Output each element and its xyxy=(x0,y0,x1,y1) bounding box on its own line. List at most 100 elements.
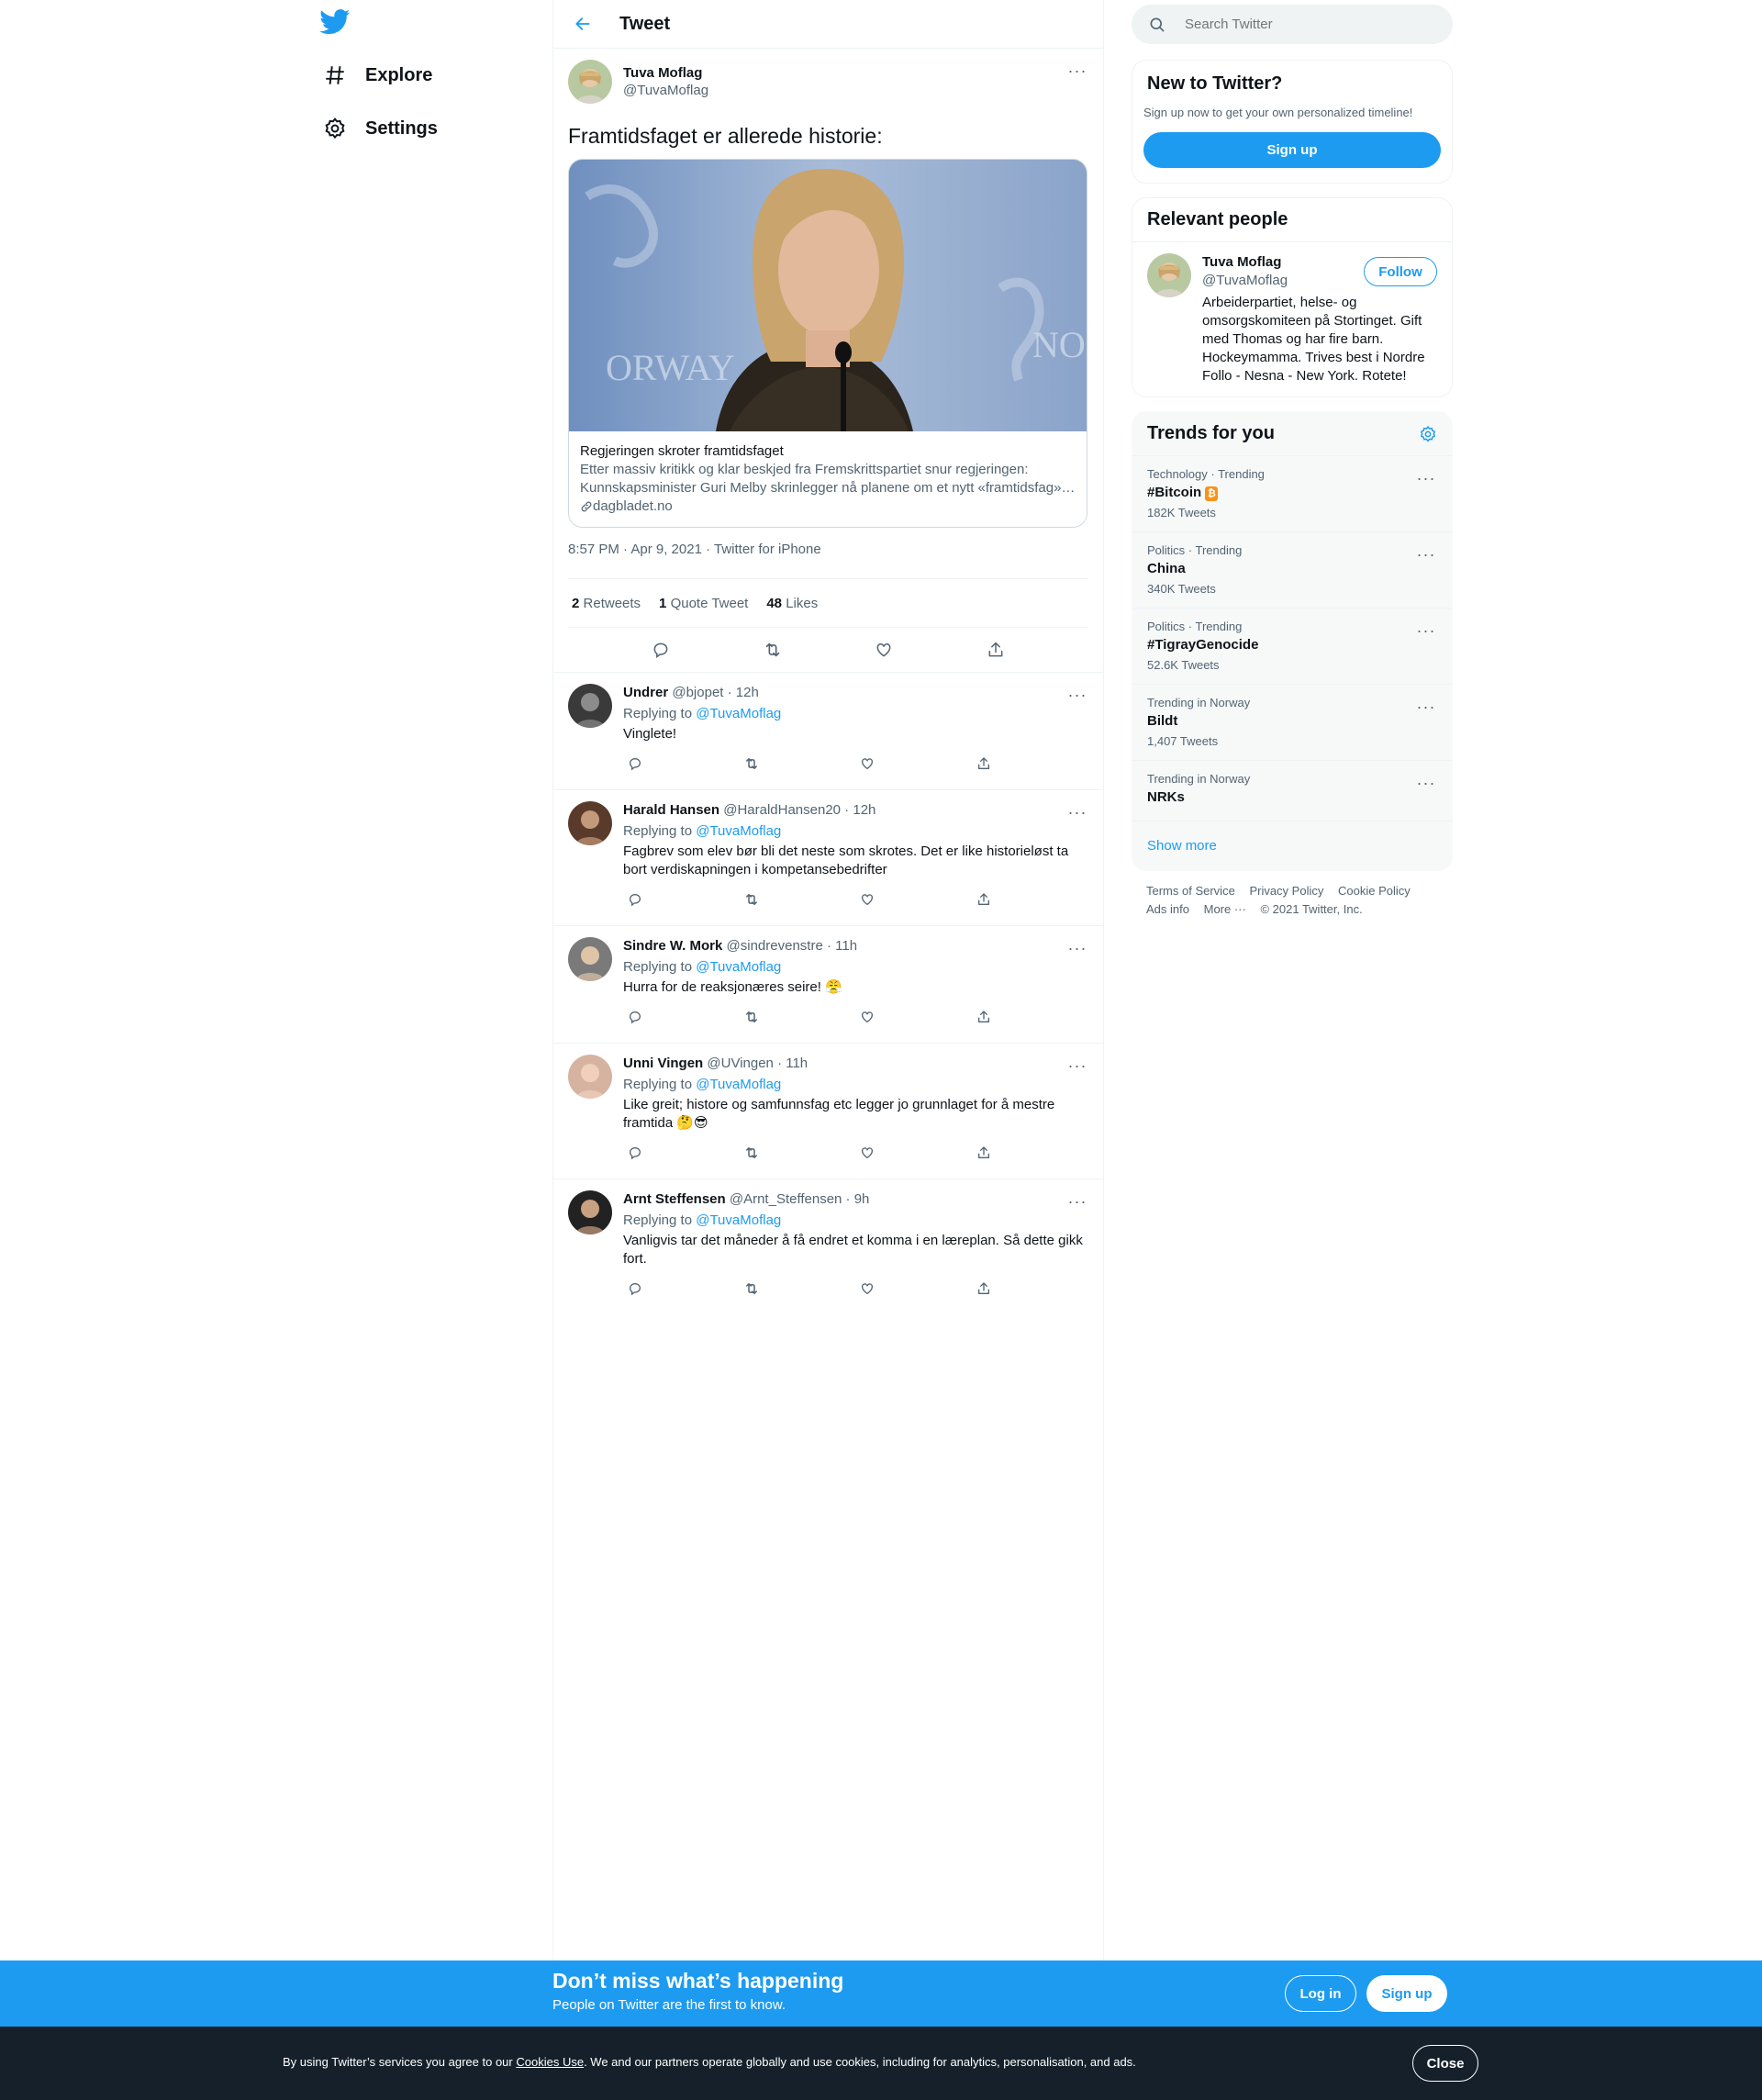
share-icon[interactable] xyxy=(972,884,996,915)
reply-tweet[interactable]: Harald Hansen @HaraldHansen20 · 12h Repl… xyxy=(553,789,1103,925)
footer-link[interactable]: Privacy Policy xyxy=(1249,884,1323,898)
reply-author-name[interactable]: Unni Vingen xyxy=(623,1056,703,1071)
search-input[interactable] xyxy=(1185,17,1423,32)
more-options-icon[interactable]: ··· xyxy=(1415,467,1437,489)
footer-link[interactable]: Cookie Policy xyxy=(1338,884,1411,898)
heart-icon[interactable] xyxy=(856,1273,880,1304)
heart-icon[interactable] xyxy=(868,634,899,665)
more-options-icon[interactable]: ··· xyxy=(1066,937,1088,959)
reply-author-handle[interactable]: @HaraldHansen20 · 12h xyxy=(723,802,875,818)
replying-to-link[interactable]: @TuvaMoflag xyxy=(696,1212,781,1228)
heart-icon[interactable] xyxy=(856,884,880,915)
trend-item[interactable]: Politics · Trending China 340K Tweets ··… xyxy=(1132,532,1452,609)
retweet-icon[interactable] xyxy=(740,1137,764,1168)
reply-icon[interactable] xyxy=(623,884,647,915)
reply-icon[interactable] xyxy=(623,748,647,779)
likes-count: 48 xyxy=(766,595,783,611)
share-icon[interactable] xyxy=(972,1137,996,1168)
reply-author-handle[interactable]: @bjopet · 12h xyxy=(672,685,758,700)
trend-item[interactable]: Politics · Trending #TigrayGenocide 52.6… xyxy=(1132,609,1452,685)
more-options-icon[interactable]: ··· xyxy=(1066,801,1088,823)
quotes-stat[interactable]: 1 Quote Tweet xyxy=(659,596,748,611)
cookie-suffix: . We and our partners operate globally a… xyxy=(584,2055,1136,2069)
card-description: Etter massiv kritikk og klar beskjed fra… xyxy=(580,462,1076,496)
avatar[interactable] xyxy=(568,684,612,728)
retweets-stat[interactable]: 2 Retweets xyxy=(572,596,641,611)
avatar[interactable] xyxy=(568,1190,612,1234)
trend-item[interactable]: Technology · Trending #Bitcoin ₿ 182K Tw… xyxy=(1132,456,1452,532)
avatar[interactable] xyxy=(568,937,612,981)
reply-tweet[interactable]: Sindre W. Mork @sindrevenstre · 11h Repl… xyxy=(553,925,1103,1043)
follow-button[interactable]: Follow xyxy=(1364,257,1437,286)
more-options-icon[interactable]: ··· xyxy=(1066,60,1088,82)
banner-signup-button[interactable]: Sign up xyxy=(1366,1975,1447,2012)
more-options-icon[interactable]: ··· xyxy=(1066,684,1088,706)
trends-title: Trends for you xyxy=(1147,423,1275,443)
retweet-icon[interactable] xyxy=(740,884,764,915)
back-button[interactable] xyxy=(564,6,601,42)
search-bar[interactable] xyxy=(1132,5,1453,44)
show-more-link[interactable]: Show more xyxy=(1132,821,1452,870)
link-card[interactable]: ORWAY NO Regjeringen skroter framtidsfag… xyxy=(568,159,1087,528)
replying-to-link[interactable]: @TuvaMoflag xyxy=(696,959,781,975)
avatar[interactable] xyxy=(1147,253,1191,297)
more-options-icon[interactable]: ··· xyxy=(1415,772,1437,794)
likes-stat[interactable]: 48 Likes xyxy=(766,596,818,611)
reply-author-name[interactable]: Arnt Steffensen xyxy=(623,1191,726,1207)
reply-author-name[interactable]: Undrer xyxy=(623,685,668,700)
more-options-icon[interactable]: ··· xyxy=(1066,1055,1088,1077)
tweet-timestamp[interactable]: 8:57 PM · Apr 9, 2021 · Twitter for iPho… xyxy=(568,542,1088,564)
reply-tweet[interactable]: Undrer @bjopet · 12h Replying to @TuvaMo… xyxy=(553,672,1103,789)
more-options-icon[interactable]: ··· xyxy=(1415,696,1437,718)
cookie-close-button[interactable]: Close xyxy=(1412,2045,1478,2082)
reply-tweet[interactable]: Unni Vingen @UVingen · 11h Replying to @… xyxy=(553,1043,1103,1178)
heart-icon[interactable] xyxy=(856,748,880,779)
sidebar-signup-button[interactable]: Sign up xyxy=(1143,132,1441,168)
retweet-icon[interactable] xyxy=(740,1273,764,1304)
reply-author-name[interactable]: Sindre W. Mork xyxy=(623,938,722,954)
replying-to-link[interactable]: @TuvaMoflag xyxy=(696,706,781,721)
share-icon[interactable] xyxy=(972,1273,996,1304)
reply-author-handle[interactable]: @sindrevenstre · 11h xyxy=(727,938,858,954)
nav-explore[interactable]: Explore xyxy=(321,57,432,94)
reply-icon[interactable] xyxy=(645,634,676,665)
footer-link[interactable]: More ··· xyxy=(1204,902,1246,916)
share-icon[interactable] xyxy=(980,634,1011,665)
avatar[interactable] xyxy=(568,801,612,845)
gear-icon[interactable] xyxy=(1419,425,1437,443)
more-options-icon[interactable]: ··· xyxy=(1066,1190,1088,1212)
retweet-icon[interactable] xyxy=(740,1001,764,1033)
author-handle[interactable]: @TuvaMoflag xyxy=(623,83,708,98)
share-icon[interactable] xyxy=(972,1001,996,1033)
retweet-icon[interactable] xyxy=(757,634,788,665)
trend-item[interactable]: Trending in Norway NRKs ··· xyxy=(1132,761,1452,821)
cookies-use-link[interactable]: Cookies Use xyxy=(516,2055,584,2069)
replying-to-link[interactable]: @TuvaMoflag xyxy=(696,1077,781,1092)
person-item[interactable]: Tuva Moflag @TuvaMoflag Arbeiderpartiet,… xyxy=(1132,242,1452,397)
heart-icon[interactable] xyxy=(856,1137,880,1168)
reply-author-handle[interactable]: @UVingen · 11h xyxy=(707,1056,808,1071)
footer-link[interactable]: Terms of Service xyxy=(1146,884,1235,898)
reply-icon[interactable] xyxy=(623,1137,647,1168)
reply-icon[interactable] xyxy=(623,1001,647,1033)
reply-author-handle[interactable]: @Arnt_Steffensen · 9h xyxy=(730,1191,870,1207)
reply-author-name[interactable]: Harald Hansen xyxy=(623,802,719,818)
author-name[interactable]: Tuva Moflag xyxy=(623,65,708,81)
nav-settings[interactable]: Settings xyxy=(321,110,438,147)
reply-tweet[interactable]: Arnt Steffensen @Arnt_Steffensen · 9h Re… xyxy=(553,1178,1103,1314)
login-button[interactable]: Log in xyxy=(1285,1975,1356,2012)
avatar[interactable] xyxy=(568,1055,612,1099)
more-options-icon[interactable]: ··· xyxy=(1415,543,1437,565)
footer-link[interactable]: Ads info xyxy=(1146,902,1189,916)
share-icon[interactable] xyxy=(972,748,996,779)
trend-item[interactable]: Trending in Norway Bildt 1,407 Tweets ··… xyxy=(1132,685,1452,761)
twitter-logo-icon[interactable] xyxy=(319,9,352,39)
heart-icon[interactable] xyxy=(856,1001,880,1033)
replying-to-link[interactable]: @TuvaMoflag xyxy=(696,823,781,839)
banner-title: Don’t miss what’s happening xyxy=(552,1969,844,1993)
retweet-icon[interactable] xyxy=(740,748,764,779)
more-options-icon[interactable]: ··· xyxy=(1415,620,1437,642)
reply-icon[interactable] xyxy=(623,1273,647,1304)
new-to-twitter-subtitle: Sign up now to get your own personalized… xyxy=(1143,106,1413,119)
avatar[interactable] xyxy=(568,60,612,104)
